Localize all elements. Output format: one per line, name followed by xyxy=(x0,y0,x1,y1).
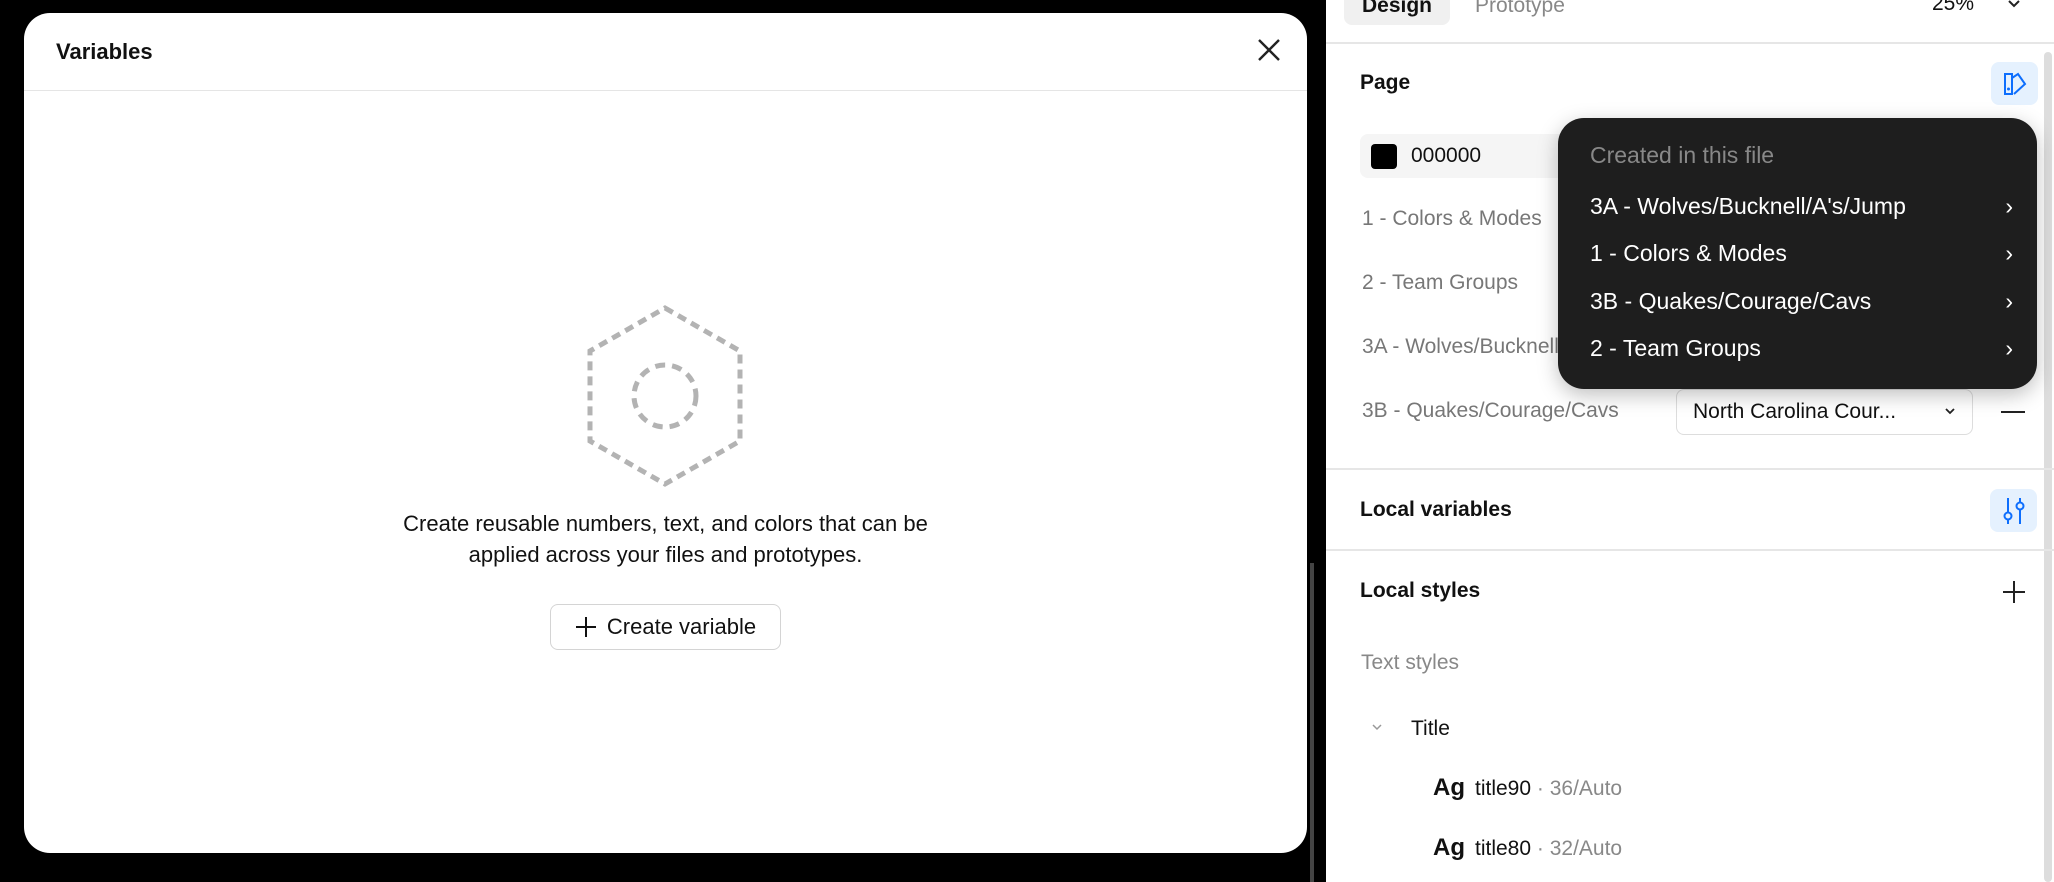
empty-description-line2: applied across your files and prototypes… xyxy=(468,542,863,567)
style-name: title80 xyxy=(1475,837,1532,860)
mode-row-label: 3A - Wolves/Bucknell/A's/Jump xyxy=(1362,335,1582,358)
chevron-down-icon[interactable] xyxy=(2006,0,2022,10)
variables-modal: Variables Create reusable numbers, text,… xyxy=(24,13,1307,853)
menu-item-label: 3B - Quakes/Courage/Cavs xyxy=(1590,287,1872,314)
local-variables-title: Local variables xyxy=(1360,498,1512,521)
library-icon xyxy=(2003,72,2026,95)
variables-empty-icon xyxy=(587,305,743,487)
remove-mode-icon[interactable] xyxy=(2001,411,2025,413)
chevron-down-icon[interactable] xyxy=(1371,724,1383,732)
local-styles-title: Local styles xyxy=(1360,579,1481,602)
menu-item[interactable]: 3B - Quakes/Courage/Cavs › xyxy=(1590,286,2013,316)
divider xyxy=(1326,468,2054,470)
empty-description-line1: Create reusable numbers, text, and color… xyxy=(403,511,928,536)
collection-menu: Created in this file 3A - Wolves/Bucknel… xyxy=(1558,118,2037,389)
mode-row-label: 1 - Colors & Modes xyxy=(1362,207,1542,230)
mode-select-value: North Carolina Cour... xyxy=(1693,400,1897,423)
plus-icon xyxy=(575,617,596,637)
text-styles-label: Text styles xyxy=(1361,651,1460,674)
zoom-level[interactable]: 25% xyxy=(1932,0,1974,16)
color-value[interactable]: 000000 xyxy=(1411,144,1481,168)
style-preview: Ag xyxy=(1433,834,1465,861)
chevron-right-icon: › xyxy=(2005,334,2013,361)
menu-item-label: 1 - Colors & Modes xyxy=(1590,239,1787,266)
modal-title: Variables xyxy=(56,39,153,64)
chevron-right-icon: › xyxy=(2005,192,2013,219)
menu-header: Created in this file xyxy=(1590,142,1775,168)
menu-item-label: 2 - Team Groups xyxy=(1590,334,1761,361)
scrollbar[interactable] xyxy=(2044,52,2052,882)
menu-item[interactable]: 2 - Team Groups › xyxy=(1590,333,2013,363)
open-variables-button[interactable] xyxy=(1990,489,2037,532)
close-icon[interactable] xyxy=(1256,37,1282,63)
text-style-item[interactable]: Ag title90 · 36/Auto xyxy=(1433,774,1622,802)
create-variable-button[interactable]: Create variable xyxy=(550,604,781,650)
chevron-right-icon: › xyxy=(2005,239,2013,266)
tab-prototype[interactable]: Prototype xyxy=(1457,0,1583,25)
style-group-title[interactable]: Title xyxy=(1411,717,1450,741)
style-meta: · 36/Auto xyxy=(1531,777,1623,800)
mode-row-label: 2 - Team Groups xyxy=(1362,271,1519,294)
style-meta: · 32/Auto xyxy=(1531,837,1623,860)
color-swatch[interactable] xyxy=(1371,144,1397,169)
style-name: title90 xyxy=(1475,777,1532,800)
mode-select[interactable]: North Carolina Cour... xyxy=(1676,389,1973,435)
divider xyxy=(1326,549,2054,551)
styles-library-button[interactable] xyxy=(1991,62,2038,105)
page-section-title: Page xyxy=(1360,71,1411,94)
chevron-right-icon: › xyxy=(2005,287,2013,314)
mode-row-label: 3B - Quakes/Courage/Cavs xyxy=(1362,399,1619,422)
style-preview: Ag xyxy=(1433,774,1465,801)
page-color-field[interactable]: 000000 xyxy=(1360,134,1580,178)
divider xyxy=(1326,42,2054,44)
menu-item[interactable]: 3A - Wolves/Bucknell/A's/Jump › xyxy=(1590,191,2013,221)
menu-item[interactable]: 1 - Colors & Modes › xyxy=(1590,238,2013,268)
window-divider[interactable] xyxy=(1310,563,1314,882)
plus-icon[interactable] xyxy=(2002,580,2026,604)
text-style-item[interactable]: Ag title80 · 32/Auto xyxy=(1433,834,1622,862)
tab-design[interactable]: Design xyxy=(1344,0,1451,25)
modal-divider xyxy=(24,90,1307,91)
menu-item-label: 3A - Wolves/Bucknell/A's/Jump xyxy=(1590,192,1906,219)
sliders-icon xyxy=(2003,497,2024,524)
chevron-down-icon xyxy=(1945,408,1955,415)
create-variable-label: Create variable xyxy=(606,614,757,639)
